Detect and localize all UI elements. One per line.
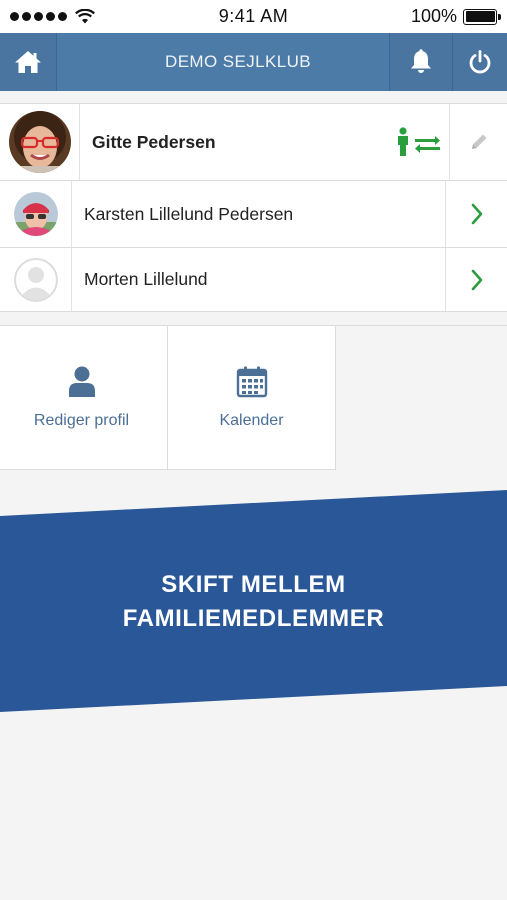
status-bar: 9:41 AM 100% xyxy=(0,0,507,33)
edit-member-button[interactable] xyxy=(449,104,507,180)
avatar-placeholder-icon xyxy=(13,257,58,302)
logout-button[interactable] xyxy=(452,33,507,91)
app-header: DEMO SEJLKLUB xyxy=(0,33,507,91)
family-member-list: Gitte Pedersen Karsten Lillelund Pederse… xyxy=(0,103,507,312)
member-row[interactable]: Karsten Lillelund Pedersen xyxy=(0,181,507,248)
chevron-right-icon xyxy=(471,203,482,225)
status-right: 100% xyxy=(410,6,501,27)
battery-icon xyxy=(463,8,501,25)
member-row-active[interactable]: Gitte Pedersen xyxy=(0,104,507,181)
calendar-icon xyxy=(236,366,267,397)
club-title: DEMO SEJLKLUB xyxy=(165,52,311,71)
battery-percent: 100% xyxy=(410,6,457,26)
notifications-button[interactable] xyxy=(389,33,452,91)
banner-line-2: FAMILIEMEDLEMMER xyxy=(122,605,385,632)
avatar-cell xyxy=(0,181,72,247)
pencil-icon xyxy=(471,134,486,149)
avatar-cell xyxy=(0,248,72,311)
bell-icon xyxy=(411,49,431,73)
member-name: Karsten Lillelund Pedersen xyxy=(84,203,294,224)
banner-line-1: SKIFT MELLEM xyxy=(161,571,346,598)
member-row[interactable]: Morten Lillelund xyxy=(0,248,507,312)
switch-user-icon xyxy=(398,127,440,156)
home-button[interactable] xyxy=(0,33,57,91)
member-name: Morten Lillelund xyxy=(84,269,208,289)
home-icon xyxy=(15,51,41,73)
tile-label: Rediger profil xyxy=(33,411,130,429)
avatar-cell xyxy=(0,104,80,180)
banner-text: SKIFT MELLEM FAMILIEMEDLEMMER xyxy=(0,568,507,636)
edit-profile-tile[interactable]: Rediger profil xyxy=(0,326,168,470)
chevron-right-icon xyxy=(471,269,482,290)
menu-tiles: Rediger profil Kalender xyxy=(0,325,507,470)
select-member-button[interactable] xyxy=(445,248,507,311)
tile-label: Kalender xyxy=(219,411,284,429)
power-icon xyxy=(469,50,491,74)
calendar-tile[interactable]: Kalender xyxy=(168,326,336,470)
avatar xyxy=(13,192,58,236)
select-member-button[interactable] xyxy=(445,181,507,247)
avatar xyxy=(8,111,71,173)
member-name: Gitte Pedersen xyxy=(92,131,216,152)
user-icon xyxy=(68,366,95,397)
onboarding-banner: SKIFT MELLEM FAMILIEMEDLEMMER xyxy=(0,490,507,715)
switch-user-button[interactable] xyxy=(387,104,449,180)
